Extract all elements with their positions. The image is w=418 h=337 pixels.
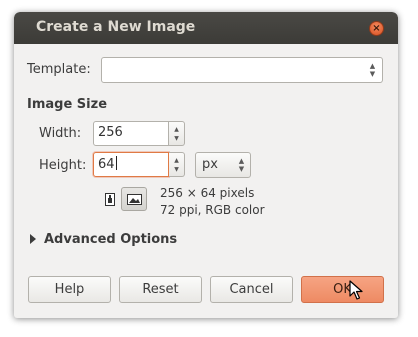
template-label: Template:	[27, 62, 91, 77]
image-size-heading: Image Size	[27, 97, 108, 112]
text-cursor	[115, 156, 117, 170]
close-button[interactable]: ×	[369, 21, 384, 36]
width-value: 256	[98, 125, 123, 140]
unit-value: px	[202, 157, 218, 172]
width-label: Width:	[39, 126, 82, 141]
dialog-title: Create a New Image	[36, 19, 196, 35]
template-combo[interactable]: ▲ ▼	[101, 57, 383, 83]
height-spin-buttons[interactable]: ▲ ▼	[169, 152, 185, 177]
height-field[interactable]: 64	[93, 152, 169, 177]
landscape-icon	[127, 194, 142, 205]
height-label: Height:	[39, 158, 87, 173]
mouse-pointer-icon	[349, 280, 363, 300]
updown-icon: ▲ ▼	[238, 157, 245, 173]
ok-button[interactable]: OK	[301, 276, 384, 303]
title-bar[interactable]: Create a New Image ×	[14, 12, 398, 44]
landscape-button[interactable]	[121, 187, 147, 211]
updown-icon: ▲ ▼	[369, 62, 376, 78]
size-info-pixels: 256 × 64 pixels	[160, 186, 255, 200]
reset-button[interactable]: Reset	[119, 276, 202, 303]
height-value: 64	[98, 157, 115, 172]
unit-combo[interactable]: px ▲ ▼	[195, 152, 251, 178]
advanced-options-expander[interactable]: Advanced Options	[44, 232, 177, 247]
width-field[interactable]: 256	[93, 121, 169, 146]
cancel-button[interactable]: Cancel	[210, 276, 293, 303]
size-info-resolution: 72 ppi, RGB color	[160, 203, 265, 217]
portrait-button[interactable]	[97, 187, 123, 211]
close-icon: ×	[372, 23, 381, 34]
width-spin-buttons[interactable]: ▲ ▼	[169, 121, 185, 146]
portrait-icon	[105, 193, 115, 206]
expander-arrow-icon[interactable]	[30, 234, 36, 244]
help-button[interactable]: Help	[28, 276, 111, 303]
create-image-dialog: Create a New Image × Template: ▲ ▼ Image …	[14, 12, 398, 318]
